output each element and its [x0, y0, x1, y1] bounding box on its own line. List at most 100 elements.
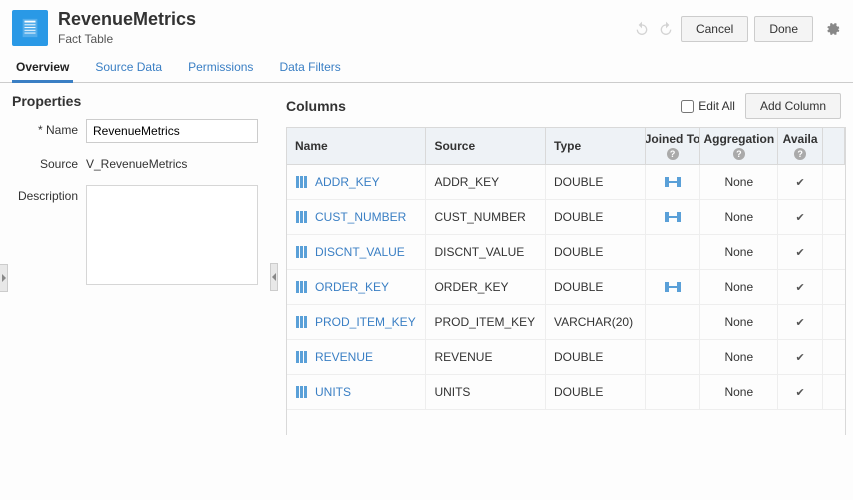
cell-joined	[646, 235, 701, 270]
joined-icon	[665, 281, 681, 293]
edit-all-label: Edit All	[698, 99, 735, 113]
header: RevenueMetrics Fact Table Cancel Done	[0, 0, 853, 52]
cell-spacer	[823, 235, 845, 270]
table-row: ADDR_KEYADDR_KEYDOUBLENone✔	[287, 165, 845, 200]
cell-source: UNITS	[426, 375, 546, 410]
cell-joined	[646, 165, 701, 200]
column-icon	[295, 175, 309, 189]
add-column-button[interactable]: Add Column	[745, 93, 841, 119]
description-label: Description	[12, 185, 86, 203]
th-type[interactable]: Type	[546, 128, 646, 165]
help-icon: ?	[794, 148, 806, 160]
cell-available: ✔	[778, 270, 823, 305]
tab-overview[interactable]: Overview	[12, 52, 73, 83]
cell-available: ✔	[778, 340, 823, 375]
column-name-link[interactable]: ORDER_KEY	[315, 280, 389, 294]
edit-all-checkbox[interactable]	[681, 100, 694, 113]
cell-name: ADDR_KEY	[287, 165, 426, 200]
column-icon	[295, 280, 309, 294]
cell-available: ✔	[778, 200, 823, 235]
page-title: RevenueMetrics	[58, 10, 633, 30]
check-icon: ✔	[795, 246, 804, 259]
tab-bar: Overview Source Data Permissions Data Fi…	[0, 52, 853, 83]
columns-table: Name Source Type Joined To? Aggregation?…	[286, 127, 846, 435]
cell-available: ✔	[778, 375, 823, 410]
cell-type: DOUBLE	[546, 270, 646, 305]
tab-data-filters[interactable]: Data Filters	[275, 52, 344, 83]
cell-available: ✔	[778, 165, 823, 200]
column-name-link[interactable]: DISCNT_VALUE	[315, 245, 405, 259]
cell-joined	[646, 305, 701, 340]
check-icon: ✔	[795, 351, 804, 364]
gear-icon[interactable]	[823, 20, 841, 38]
tab-source-data[interactable]: Source Data	[91, 52, 166, 83]
source-value: V_RevenueMetrics	[86, 153, 258, 175]
cell-spacer	[823, 200, 845, 235]
cell-aggregation: None	[700, 305, 778, 340]
joined-icon	[665, 211, 681, 223]
column-name-link[interactable]: REVENUE	[315, 350, 373, 364]
cell-joined	[646, 375, 701, 410]
cell-spacer	[823, 375, 845, 410]
help-icon: ?	[667, 148, 679, 160]
page-subtitle: Fact Table	[58, 32, 633, 46]
source-label: Source	[12, 153, 86, 171]
cell-joined	[646, 200, 701, 235]
table-row: ORDER_KEYORDER_KEYDOUBLENone✔	[287, 270, 845, 305]
th-aggregation[interactable]: Aggregation?	[700, 128, 778, 165]
table-row: REVENUEREVENUEDOUBLENone✔	[287, 340, 845, 375]
check-icon: ✔	[795, 281, 804, 294]
cell-name: REVENUE	[287, 340, 426, 375]
column-name-link[interactable]: UNITS	[315, 385, 351, 399]
cell-name: UNITS	[287, 375, 426, 410]
collapse-mid-handle[interactable]	[270, 263, 278, 291]
cell-aggregation: None	[700, 165, 778, 200]
tab-permissions[interactable]: Permissions	[184, 52, 257, 83]
cell-name: ORDER_KEY	[287, 270, 426, 305]
header-actions: Cancel Done	[633, 16, 841, 42]
column-name-link[interactable]: PROD_ITEM_KEY	[315, 315, 416, 329]
column-icon	[295, 385, 309, 399]
check-icon: ✔	[795, 386, 804, 399]
cell-name: DISCNT_VALUE	[287, 235, 426, 270]
done-button[interactable]: Done	[754, 16, 813, 42]
column-name-link[interactable]: CUST_NUMBER	[315, 210, 406, 224]
cell-source: REVENUE	[426, 340, 546, 375]
cell-source: ORDER_KEY	[426, 270, 546, 305]
cell-type: DOUBLE	[546, 165, 646, 200]
properties-panel: Properties Name Source V_RevenueMetrics …	[0, 83, 270, 445]
cell-spacer	[823, 165, 845, 200]
cell-name: CUST_NUMBER	[287, 200, 426, 235]
edit-all-toggle[interactable]: Edit All	[681, 99, 735, 113]
columns-panel: Columns Edit All Add Column Name Source …	[270, 83, 853, 445]
cell-spacer	[823, 270, 845, 305]
cell-aggregation: None	[700, 200, 778, 235]
columns-heading: Columns	[286, 98, 681, 114]
title-block: RevenueMetrics Fact Table	[58, 10, 633, 46]
th-spacer	[823, 128, 845, 165]
cell-type: DOUBLE	[546, 340, 646, 375]
cell-source: DISCNT_VALUE	[426, 235, 546, 270]
check-icon: ✔	[795, 176, 804, 189]
cell-spacer	[823, 340, 845, 375]
cell-aggregation: None	[700, 235, 778, 270]
cell-source: CUST_NUMBER	[426, 200, 546, 235]
column-name-link[interactable]: ADDR_KEY	[315, 175, 380, 189]
redo-icon	[657, 20, 675, 38]
table-row: PROD_ITEM_KEYPROD_ITEM_KEYVARCHAR(20)Non…	[287, 305, 845, 340]
th-name[interactable]: Name	[287, 128, 426, 165]
description-input[interactable]	[86, 185, 258, 285]
th-source[interactable]: Source	[426, 128, 546, 165]
undo-icon	[633, 20, 651, 38]
columns-table-body: ADDR_KEYADDR_KEYDOUBLENone✔CUST_NUMBERCU…	[287, 165, 845, 435]
name-input[interactable]	[86, 119, 258, 143]
cancel-button[interactable]: Cancel	[681, 16, 748, 42]
check-icon: ✔	[795, 316, 804, 329]
column-icon	[295, 245, 309, 259]
cell-source: ADDR_KEY	[426, 165, 546, 200]
fact-table-icon	[12, 10, 48, 46]
help-icon: ?	[733, 148, 745, 160]
cell-joined	[646, 270, 701, 305]
th-available[interactable]: Availa?	[778, 128, 823, 165]
th-joined[interactable]: Joined To?	[646, 128, 701, 165]
